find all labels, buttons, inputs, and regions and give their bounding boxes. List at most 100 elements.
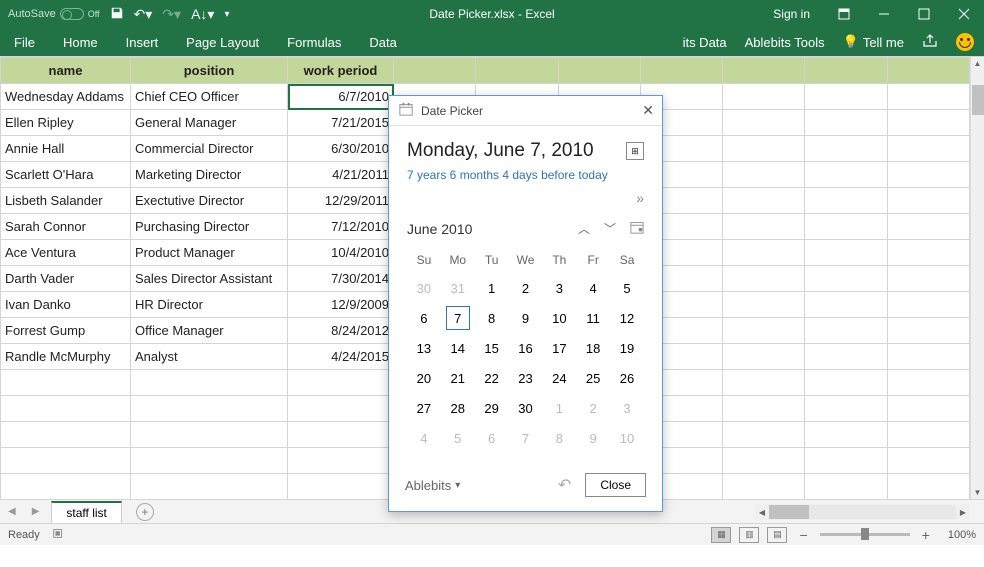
cell-position[interactable]: Commercial Director — [131, 136, 288, 162]
calendar-day[interactable]: 31 — [441, 273, 475, 303]
calendar-day[interactable]: 10 — [610, 423, 644, 453]
cell[interactable] — [1, 474, 131, 500]
close-icon[interactable] — [944, 0, 984, 28]
tab-data[interactable]: Data — [369, 35, 396, 50]
maximize-icon[interactable] — [904, 0, 944, 28]
cell[interactable] — [887, 162, 969, 188]
cell[interactable] — [131, 422, 288, 448]
cell-position[interactable]: Office Manager — [131, 318, 288, 344]
cell-name[interactable]: Wednesday Addams — [1, 84, 131, 110]
close-button[interactable]: Close — [585, 473, 646, 497]
calendar-day[interactable]: 28 — [441, 393, 475, 423]
cell[interactable] — [1, 422, 131, 448]
cell[interactable] — [723, 214, 805, 240]
cell[interactable] — [887, 136, 969, 162]
cell-work-period[interactable]: 10/4/2010 — [288, 240, 394, 266]
tab-home[interactable]: Home — [63, 35, 98, 50]
calendar-day[interactable]: 11 — [576, 303, 610, 333]
cell[interactable] — [558, 58, 640, 84]
calendar-day[interactable]: 7 — [441, 303, 475, 333]
cell[interactable] — [887, 110, 969, 136]
macro-recorder-icon[interactable] — [52, 526, 66, 543]
cell[interactable] — [131, 370, 288, 396]
sheet-nav-next-icon[interactable]: ▶ — [24, 506, 48, 517]
calendar-day[interactable]: 9 — [509, 303, 543, 333]
page-layout-view-icon[interactable]: ▥ — [739, 527, 759, 543]
cell[interactable] — [131, 448, 288, 474]
cell-work-period[interactable]: 4/24/2015 — [288, 344, 394, 370]
undo-icon[interactable]: ↶▾ — [134, 6, 153, 23]
cell-name[interactable]: Scarlett O'Hara — [1, 162, 131, 188]
cell-position[interactable]: Chief CEO Officer — [131, 84, 288, 110]
cell[interactable] — [805, 344, 887, 370]
cell-name[interactable]: Annie Hall — [1, 136, 131, 162]
new-sheet-icon[interactable]: + — [136, 503, 154, 521]
cell[interactable] — [394, 58, 476, 84]
cell[interactable] — [723, 422, 805, 448]
cell-work-period[interactable]: 6/30/2010 — [288, 136, 394, 162]
sign-in-button[interactable]: Sign in — [759, 7, 824, 21]
cell[interactable] — [288, 448, 394, 474]
calendar-day[interactable]: 3 — [542, 273, 576, 303]
cell[interactable] — [887, 188, 969, 214]
qat-customize-icon[interactable]: ▾ — [224, 9, 229, 20]
cell[interactable] — [723, 318, 805, 344]
cell[interactable] — [887, 240, 969, 266]
calendar-day[interactable]: 24 — [542, 363, 576, 393]
cell[interactable] — [131, 474, 288, 500]
cell[interactable] — [887, 292, 969, 318]
vertical-scrollbar[interactable]: ▲ ▼ — [970, 57, 984, 500]
cell-work-period[interactable]: 12/9/2009 — [288, 292, 394, 318]
cell-name[interactable]: Lisbeth Salander — [1, 188, 131, 214]
tab-file[interactable]: File — [14, 35, 35, 50]
undo-icon[interactable]: ↶ — [558, 475, 571, 495]
redo-icon[interactable]: ↷▾ — [162, 6, 181, 23]
cell[interactable] — [887, 84, 969, 110]
cell[interactable] — [723, 266, 805, 292]
sheet-tab-staff-list[interactable]: staff list — [51, 501, 121, 523]
normal-view-icon[interactable]: ▦ — [711, 527, 731, 543]
zoom-slider[interactable] — [820, 533, 910, 536]
cell[interactable] — [640, 58, 722, 84]
cell[interactable] — [805, 84, 887, 110]
calendar-day[interactable]: 10 — [542, 303, 576, 333]
cell[interactable] — [805, 162, 887, 188]
horizontal-scrollbar[interactable]: ◀ ▶ — [755, 504, 970, 520]
cell-name[interactable]: Darth Vader — [1, 266, 131, 292]
tab-formulas[interactable]: Formulas — [287, 35, 341, 50]
calendar-day[interactable]: 3 — [610, 393, 644, 423]
cell-work-period[interactable]: 12/29/2011 — [288, 188, 394, 214]
cell[interactable] — [1, 396, 131, 422]
calendar-day[interactable]: 5 — [610, 273, 644, 303]
cell[interactable] — [805, 58, 887, 84]
cell[interactable] — [288, 422, 394, 448]
cell[interactable] — [887, 318, 969, 344]
cell[interactable] — [887, 214, 969, 240]
cell[interactable] — [723, 240, 805, 266]
cell[interactable] — [131, 396, 288, 422]
cell-position[interactable]: Analyst — [131, 344, 288, 370]
calendar-day[interactable]: 8 — [542, 423, 576, 453]
cell-name[interactable]: Randle McMurphy — [1, 344, 131, 370]
page-break-view-icon[interactable]: ▤ — [767, 527, 787, 543]
cell[interactable] — [723, 344, 805, 370]
tab-insert[interactable]: Insert — [126, 35, 159, 50]
calendar-day[interactable]: 20 — [407, 363, 441, 393]
ablebits-menu[interactable]: Ablebits ▾ — [405, 478, 460, 493]
cell[interactable] — [723, 448, 805, 474]
calendar-day[interactable]: 5 — [441, 423, 475, 453]
cell-name[interactable]: Sarah Connor — [1, 214, 131, 240]
cell-position[interactable]: HR Director — [131, 292, 288, 318]
calendar-day[interactable]: 29 — [475, 393, 509, 423]
zoom-out-icon[interactable]: − — [795, 527, 811, 543]
calendar-day[interactable]: 1 — [542, 393, 576, 423]
cell[interactable] — [288, 396, 394, 422]
tab-ablebits-tools[interactable]: Ablebits Tools — [745, 35, 825, 50]
column-header-name[interactable]: name — [1, 58, 131, 84]
save-icon[interactable] — [110, 6, 124, 23]
calculator-icon[interactable]: ⊞ — [626, 142, 644, 160]
calendar-day[interactable]: 16 — [509, 333, 543, 363]
sheet-nav-prev-icon[interactable]: ◀ — [0, 506, 24, 517]
calendar-day[interactable]: 30 — [509, 393, 543, 423]
cell[interactable] — [887, 266, 969, 292]
